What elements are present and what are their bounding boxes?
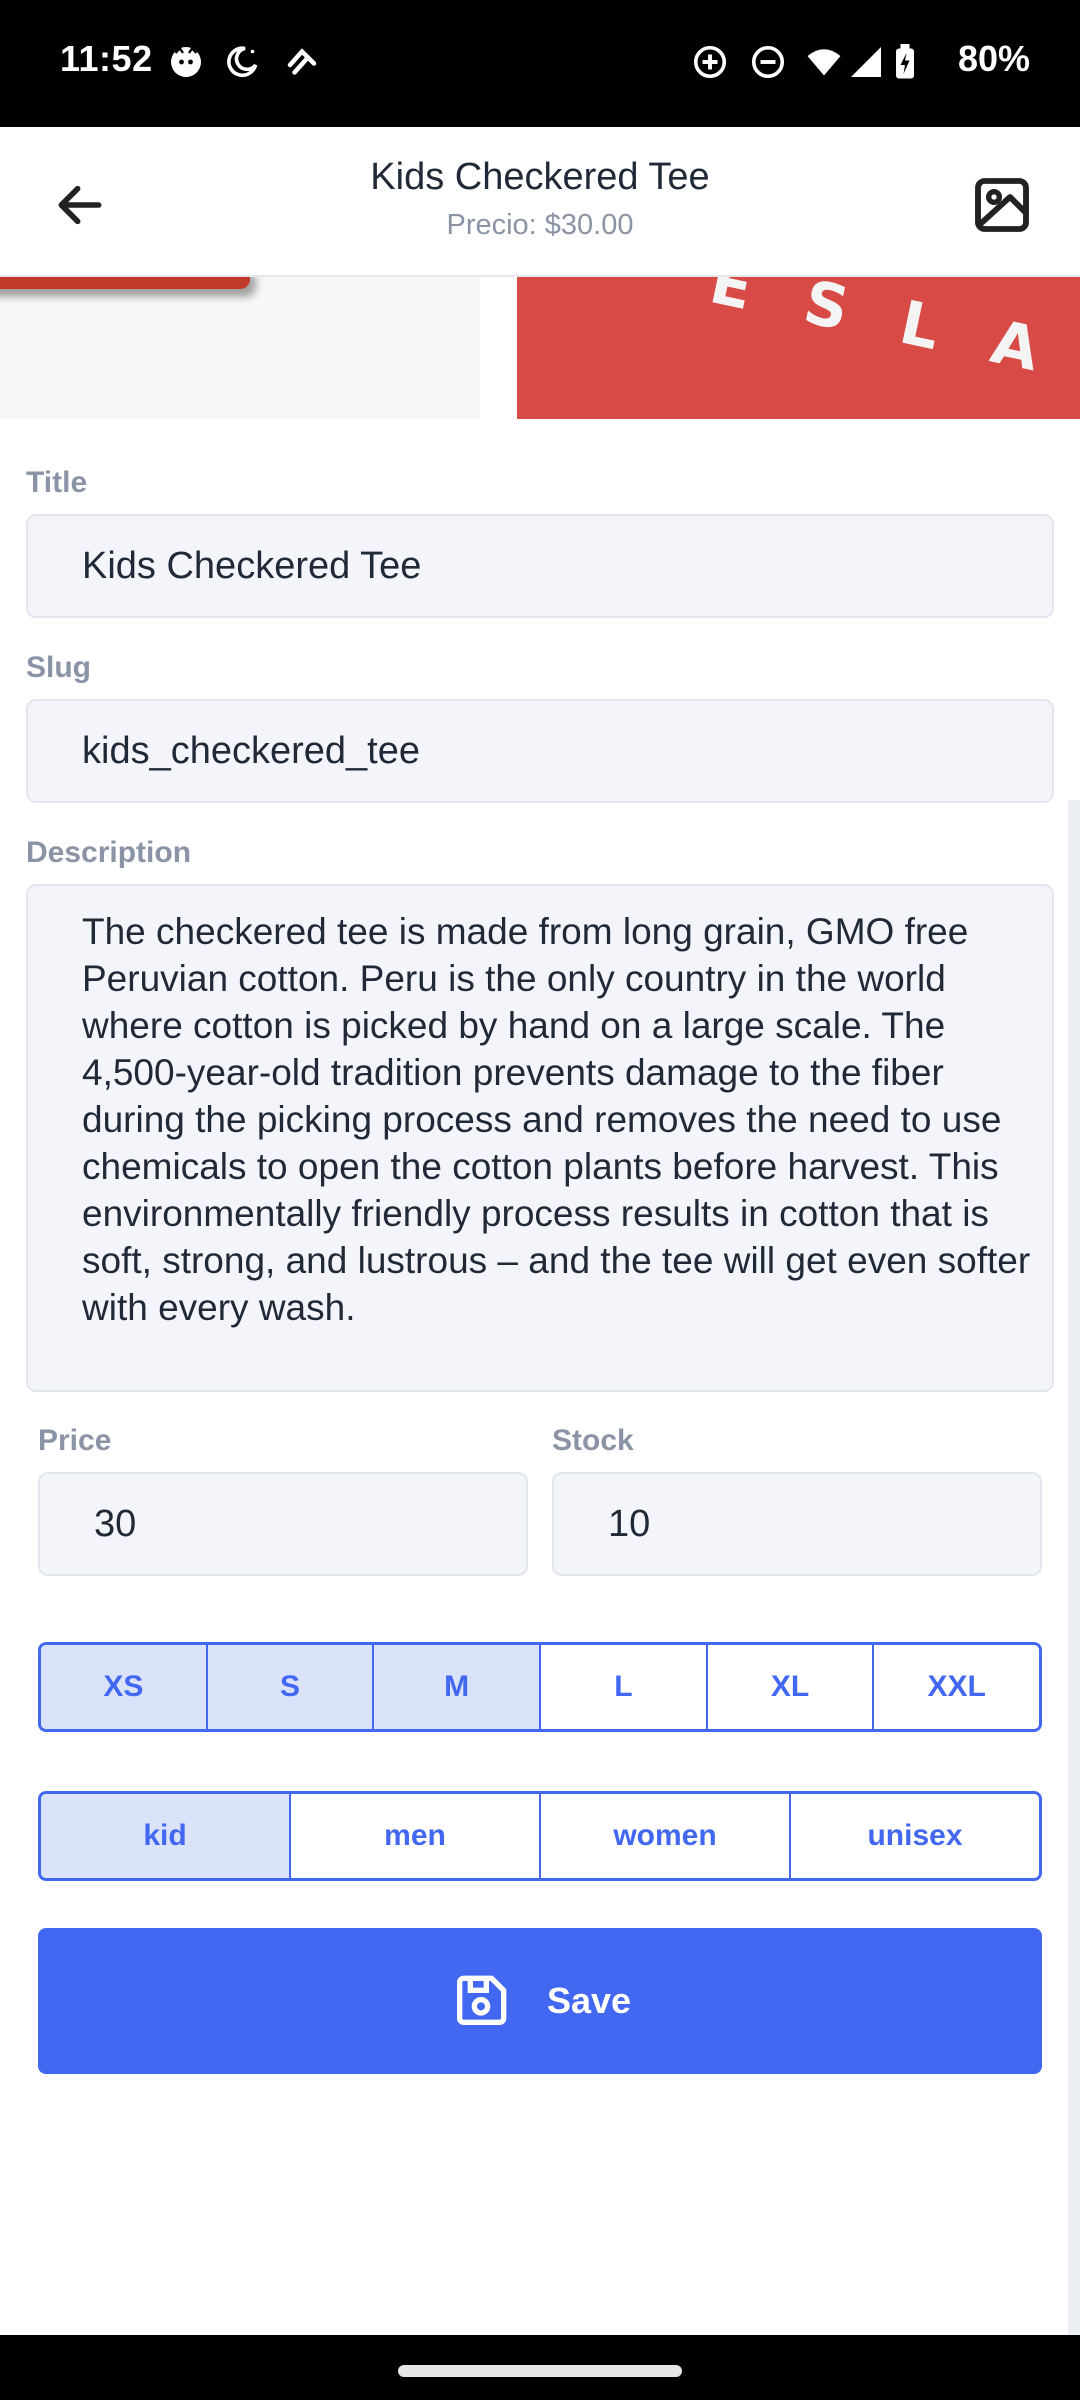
signal-icon — [851, 47, 881, 77]
size-option-s[interactable]: S — [207, 1645, 375, 1729]
scrollbar[interactable] — [1068, 800, 1080, 2335]
dnd-icon — [751, 45, 785, 79]
size-option-xxl[interactable]: XXL — [874, 1645, 1039, 1729]
battery-percentage: 80% — [957, 38, 1030, 79]
status-time: 11:52 — [60, 38, 153, 79]
price-input[interactable]: 30 — [38, 1472, 528, 1576]
title-input-value: Kids Checkered Tee — [82, 544, 422, 587]
product-image-1[interactable] — [0, 277, 480, 419]
price-subtitle: Precio: $30.00 — [446, 208, 634, 241]
gender-option-women[interactable]: women — [541, 1794, 791, 1878]
wifi-icon — [807, 49, 841, 76]
size-selector: XS S M L XL XXL — [38, 1642, 1042, 1732]
stock-input[interactable]: 10 — [552, 1472, 1042, 1576]
slug-input[interactable]: kids_checkered_tee — [26, 699, 1054, 803]
stock-input-value: 10 — [608, 1502, 651, 1545]
description-text: The checkered tee is made from long grai… — [82, 911, 1031, 1328]
back-button[interactable] — [40, 165, 120, 245]
shirt-edge-graphic — [0, 277, 250, 289]
size-option-xl[interactable]: XL — [707, 1645, 875, 1729]
gender-option-unisex[interactable]: unisex — [791, 1794, 1039, 1878]
price-label: Price — [38, 1424, 112, 1457]
home-gesture-handle[interactable] — [398, 2365, 682, 2377]
gender-selector: kid men women unisex — [38, 1791, 1042, 1881]
face-icon — [171, 46, 201, 77]
shirt-logo-text: ESLA — [703, 277, 1080, 397]
gender-option-kid[interactable]: kid — [41, 1794, 291, 1878]
image-upload-button[interactable] — [962, 165, 1042, 245]
title-label: Title — [26, 466, 88, 499]
size-option-xs[interactable]: XS — [41, 1645, 208, 1729]
price-input-value: 30 — [94, 1502, 137, 1545]
gender-option-men[interactable]: men — [291, 1794, 541, 1878]
status-bar: 11:52 80% — [0, 0, 1080, 127]
size-option-l[interactable]: L — [541, 1645, 708, 1729]
app-header: Kids Checkered Tee Precio: $30.00 — [0, 127, 1080, 277]
product-image-gallery[interactable]: ESLA — [0, 277, 1080, 419]
system-nav-bar — [0, 2335, 1080, 2400]
add-circle-icon — [693, 45, 727, 79]
stock-label: Stock — [552, 1424, 634, 1457]
header-title-group: Kids Checkered Tee Precio: $30.00 — [200, 155, 880, 242]
save-disk-icon — [456, 1975, 507, 2025]
page-title: Kids Checkered Tee — [370, 156, 710, 198]
slug-input-value: kids_checkered_tee — [82, 729, 420, 772]
slug-label: Slug — [26, 651, 91, 684]
save-button[interactable]: Save — [38, 1928, 1042, 2074]
size-option-m[interactable]: M — [374, 1645, 542, 1729]
save-button-label: Save — [546, 1980, 632, 2021]
description-label: Description — [26, 836, 192, 869]
moon-icon — [227, 46, 258, 78]
description-textarea[interactable]: The checkered tee is made from long grai… — [26, 884, 1054, 1392]
image-icon — [975, 178, 1029, 232]
arrow-left-icon — [58, 185, 102, 225]
data-saver-icon — [287, 48, 317, 75]
product-image-2[interactable]: ESLA — [517, 277, 1080, 419]
title-input[interactable]: Kids Checkered Tee — [26, 514, 1054, 618]
battery-icon — [896, 44, 914, 79]
